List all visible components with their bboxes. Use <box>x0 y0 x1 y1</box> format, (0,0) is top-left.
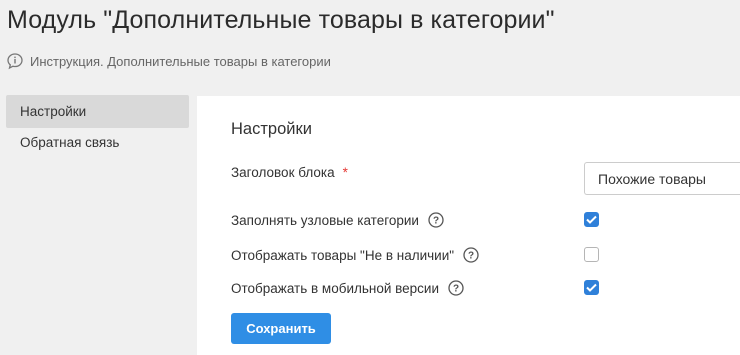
block-title-label: Заголовок блока * <box>231 165 348 180</box>
sidebar: Настройки Обратная связь <box>0 95 197 355</box>
option-row-show-out-of-stock: Отображать товары "Не в наличии" ? <box>231 247 479 263</box>
option-label: Заполнять узловые категории <box>231 212 419 228</box>
checkmark-icon <box>586 215 597 224</box>
checkbox-fill-node-categories[interactable] <box>584 212 599 227</box>
instruction-link-label[interactable]: Инструкция. Дополнительные товары в кате… <box>30 54 331 69</box>
page-title: Модуль "Дополнительные товары в категори… <box>7 6 555 34</box>
option-label: Отображать в мобильной версии <box>231 280 440 296</box>
svg-text:?: ? <box>433 216 439 227</box>
svg-text:?: ? <box>468 251 474 262</box>
help-icon[interactable]: ? <box>428 212 444 228</box>
svg-text:?: ? <box>453 284 459 295</box>
info-bubble-icon <box>6 52 24 70</box>
settings-panel: Настройки Заголовок блока * Заполнять уз… <box>197 96 740 355</box>
sidebar-item-settings[interactable]: Настройки <box>6 95 189 128</box>
checkbox-show-out-of-stock[interactable] <box>584 247 599 262</box>
required-asterisk: * <box>342 165 348 180</box>
option-label: Отображать товары "Не в наличии" <box>231 247 455 263</box>
instruction-link[interactable]: Инструкция. Дополнительные товары в кате… <box>6 52 331 70</box>
checkbox-show-in-mobile[interactable] <box>584 280 599 295</box>
option-row-show-in-mobile: Отображать в мобильной версии ? <box>231 280 464 296</box>
checkmark-icon <box>586 283 597 292</box>
block-title-label-text: Заголовок блока <box>231 165 335 180</box>
help-icon[interactable]: ? <box>448 280 464 296</box>
save-button[interactable]: Сохранить <box>231 313 331 344</box>
page-header: Модуль "Дополнительные товары в категори… <box>0 0 740 96</box>
block-title-input[interactable] <box>584 162 740 195</box>
sidebar-item-feedback[interactable]: Обратная связь <box>6 126 189 159</box>
option-row-fill-node-categories: Заполнять узловые категории ? <box>231 212 444 228</box>
section-title: Настройки <box>231 120 312 138</box>
help-icon[interactable]: ? <box>463 247 479 263</box>
